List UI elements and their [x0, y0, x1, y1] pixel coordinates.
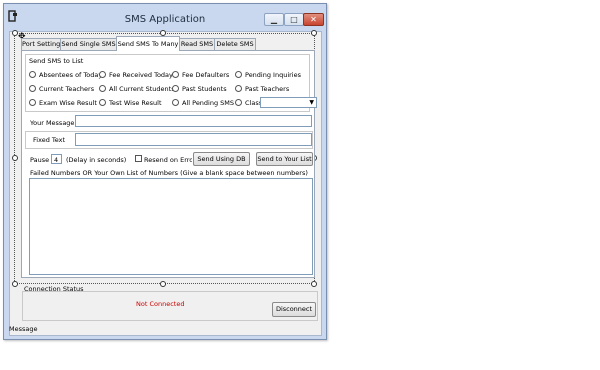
radio-test-wise-result[interactable]: [99, 99, 106, 106]
radio-label: Fee Received Today: [109, 71, 173, 79]
radio-label: Exam Wise Result: [39, 99, 97, 107]
fixed-text-input[interactable]: [75, 133, 312, 146]
tab-send-sms-to-many[interactable]: Send SMS To Many: [116, 36, 180, 51]
resend-on-error-checkbox[interactable]: [135, 155, 142, 162]
title-bar[interactable]: SMS Application ▁ □ ✕: [4, 4, 326, 31]
connection-status-text: Not Connected: [136, 300, 185, 308]
radio-all-current-students[interactable]: [99, 85, 106, 92]
your-message-input[interactable]: [75, 115, 312, 127]
client-area: ✥ Port Settings Send Single SMS Send SMS…: [9, 30, 322, 336]
radio-label: Pending Inquiries: [245, 71, 302, 79]
radio-label: Fee Defaulters: [182, 71, 230, 79]
tab-panel-send-sms-to-many: Send SMS to List Absentees of Today Fee …: [21, 50, 317, 278]
resize-handle[interactable]: [160, 281, 166, 287]
tab-read-sms[interactable]: Read SMS: [179, 38, 215, 50]
pause-input[interactable]: 4: [51, 154, 62, 164]
radio-all-pending-sms[interactable]: [172, 99, 179, 106]
radio-fee-received-today[interactable]: [99, 71, 106, 78]
your-message-label: Your Message: [30, 119, 75, 127]
tab-port-settings[interactable]: Port Settings: [21, 38, 64, 50]
radio-label: Past Students: [182, 85, 227, 93]
resize-handle[interactable]: [12, 155, 18, 161]
send-to-list-group: Send SMS to List Absentees of Today Fee …: [25, 54, 317, 112]
status-bar-message: Message: [9, 325, 38, 333]
radio-pending-inquiries[interactable]: [235, 71, 242, 78]
radio-label: All Pending SMS: [182, 99, 235, 107]
send-to-your-list-button[interactable]: Send to Your List: [256, 152, 313, 166]
chevron-down-icon: ▼: [309, 99, 314, 106]
send-using-db-button[interactable]: Send Using DB: [193, 152, 250, 166]
tab-delete-sms[interactable]: Delete SMS: [214, 38, 256, 50]
class-select[interactable]: ▼: [260, 97, 317, 108]
radio-label: Absentees of Today: [39, 71, 103, 79]
delay-label: (Delay in seconds): [66, 156, 127, 164]
resend-on-error-label: Resend on Error: [144, 156, 192, 164]
radio-fee-defaulters[interactable]: [172, 71, 179, 78]
minimize-button[interactable]: ▁: [264, 13, 284, 26]
radio-label: All Current Students: [109, 85, 175, 93]
close-button[interactable]: ✕: [303, 13, 324, 26]
radio-absentees-today[interactable]: [29, 71, 36, 78]
radio-exam-wise-result[interactable]: [29, 99, 36, 106]
radio-past-teachers[interactable]: [235, 85, 242, 92]
resize-handle[interactable]: [311, 281, 317, 287]
radio-past-students[interactable]: [172, 85, 179, 92]
radio-class[interactable]: [235, 99, 242, 106]
radio-label: Test Wise Result: [109, 99, 162, 107]
numbers-textarea[interactable]: [29, 178, 313, 275]
radio-label: Current Teachers: [39, 85, 95, 93]
resize-handle[interactable]: [311, 30, 317, 36]
tab-send-single-sms[interactable]: Send Single SMS: [60, 38, 117, 50]
radio-current-teachers[interactable]: [29, 85, 36, 92]
pause-label: Pause: [30, 156, 50, 164]
resize-handle[interactable]: [12, 281, 18, 287]
app-window: SMS Application ▁ □ ✕ ✥ Port Settings Se…: [3, 3, 327, 340]
radio-label: Past Teachers: [245, 85, 290, 93]
group-title: Send SMS to List: [29, 57, 84, 65]
disconnect-button[interactable]: Disconnect: [272, 302, 316, 317]
fixed-text-label: Fixed Text: [33, 136, 66, 144]
maximize-button[interactable]: □: [284, 13, 304, 26]
numbers-label: Failed Numbers OR Your Own List of Numbe…: [30, 169, 308, 177]
